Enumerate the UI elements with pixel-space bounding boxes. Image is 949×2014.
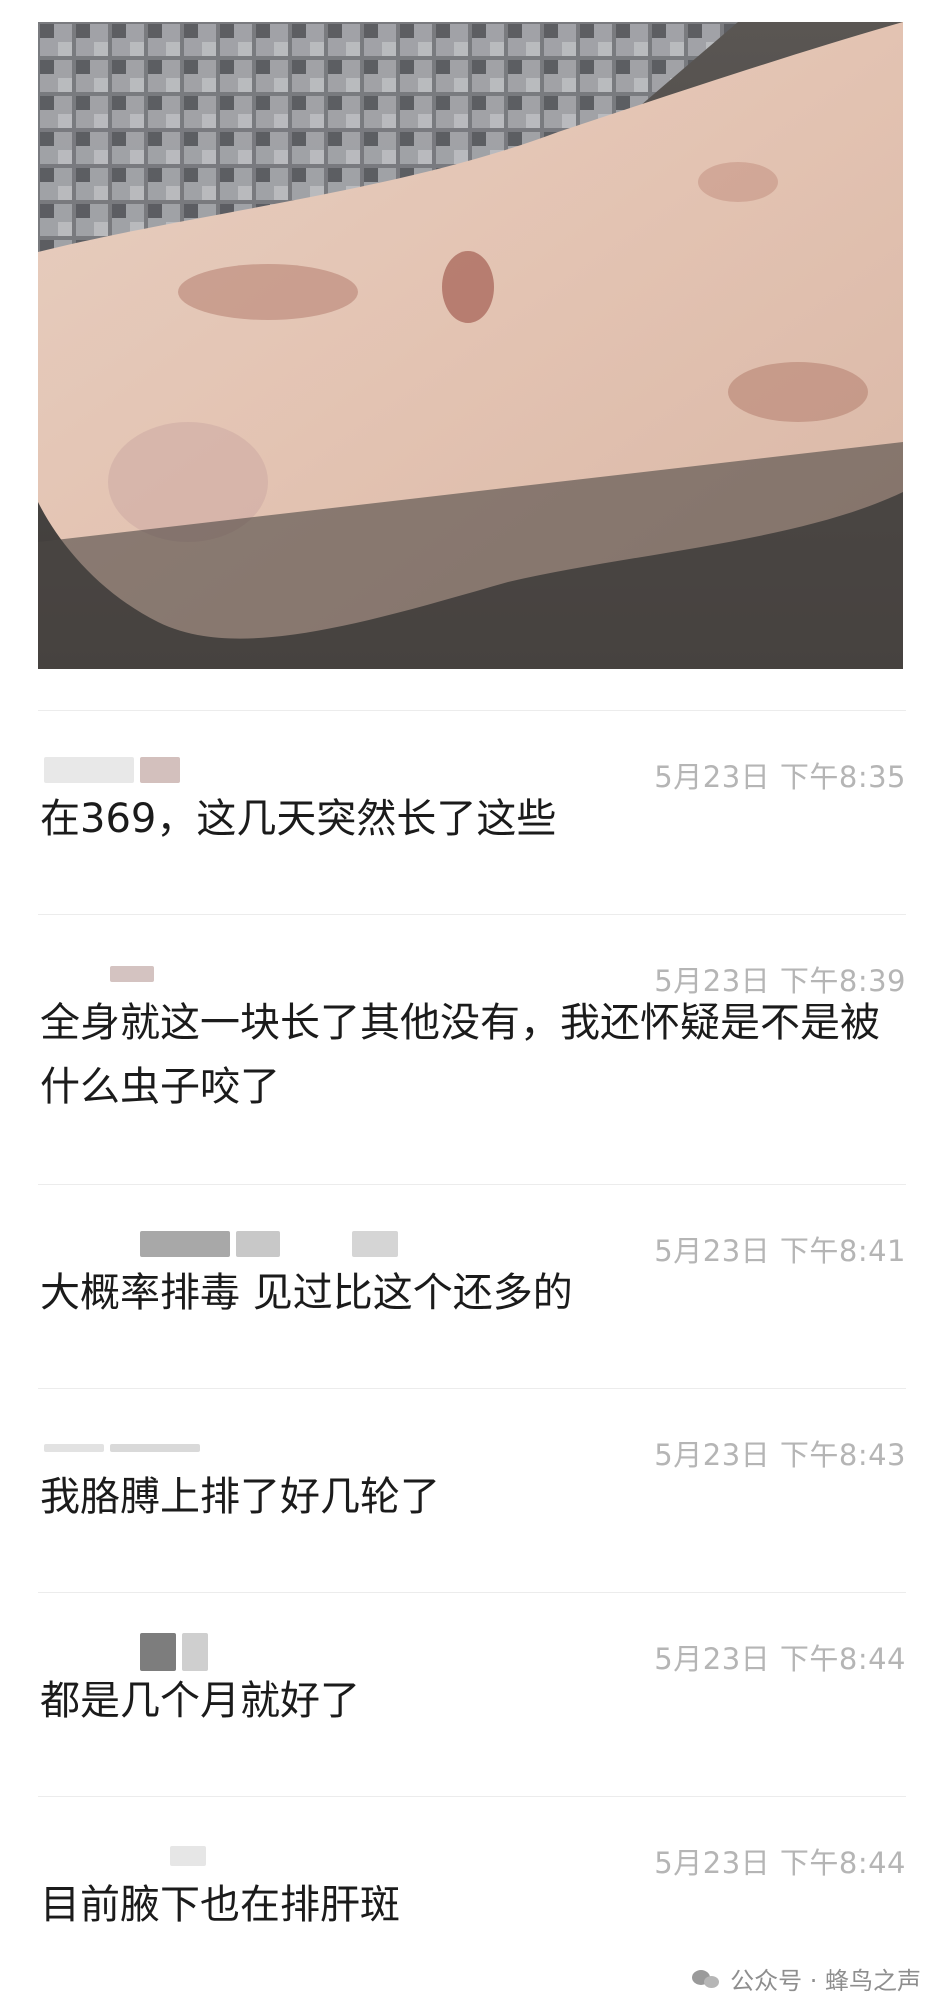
wechat-icon xyxy=(692,1968,722,1990)
username-redacted xyxy=(44,757,180,783)
comment-timestamp: 5月23日 下午8:35 xyxy=(654,760,906,794)
comment-timestamp: 5月23日 下午8:43 xyxy=(654,1438,906,1472)
username-redacted xyxy=(44,1435,200,1461)
comment-timestamp: 5月23日 下午8:44 xyxy=(654,1846,906,1880)
comment-item[interactable]: 5月23日 下午8:39 全身就这一块长了其他没有，我还怀疑是不是被什么虫子咬了 xyxy=(38,914,906,1184)
watermark: 公众号 · 蜂鸟之声 xyxy=(692,1961,921,1996)
username-redacted xyxy=(44,1843,206,1869)
username-redacted xyxy=(44,1633,208,1671)
comment-item[interactable]: 5月23日 下午8:41 大概率排毒 见过比这个还多的 xyxy=(38,1184,906,1388)
comment-item[interactable]: 5月23日 下午8:35 在369，这几天突然长了这些 xyxy=(38,710,906,914)
comment-item[interactable]: 5月23日 下午8:43 我胳膊上排了好几轮了 xyxy=(38,1388,906,1592)
comment-timestamp: 5月23日 下午8:41 xyxy=(654,1234,906,1268)
comment-timestamp: 5月23日 下午8:44 xyxy=(654,1642,906,1676)
watermark-text: 公众号 · 蜂鸟之声 xyxy=(730,1967,921,1995)
comment-text: 在369，这几天突然长了这些 xyxy=(40,796,557,842)
comment-item[interactable]: 5月23日 下午8:44 都是几个月就好了 xyxy=(38,1592,906,1796)
comment-list: 5月23日 下午8:35 在369，这几天突然长了这些 5月23日 下午8:39… xyxy=(38,710,906,2000)
comment-timestamp: 5月23日 下午8:39 xyxy=(654,964,906,998)
comment-text: 全身就这一块长了其他没有，我还怀疑是不是被什么虫子咬了 xyxy=(40,1000,880,1110)
arm-photo-illustration xyxy=(38,22,903,669)
username-redacted xyxy=(44,961,154,987)
comment-text: 都是几个月就好了 xyxy=(40,1678,360,1724)
comment-text: 大概率排毒 见过比这个还多的 xyxy=(40,1270,573,1316)
skin-photo[interactable] xyxy=(38,22,903,669)
comment-text: 我胳膊上排了好几轮了 xyxy=(40,1474,440,1520)
username-redacted xyxy=(44,1231,398,1257)
comment-text: 目前腋下也在排肝斑 xyxy=(40,1882,400,1928)
